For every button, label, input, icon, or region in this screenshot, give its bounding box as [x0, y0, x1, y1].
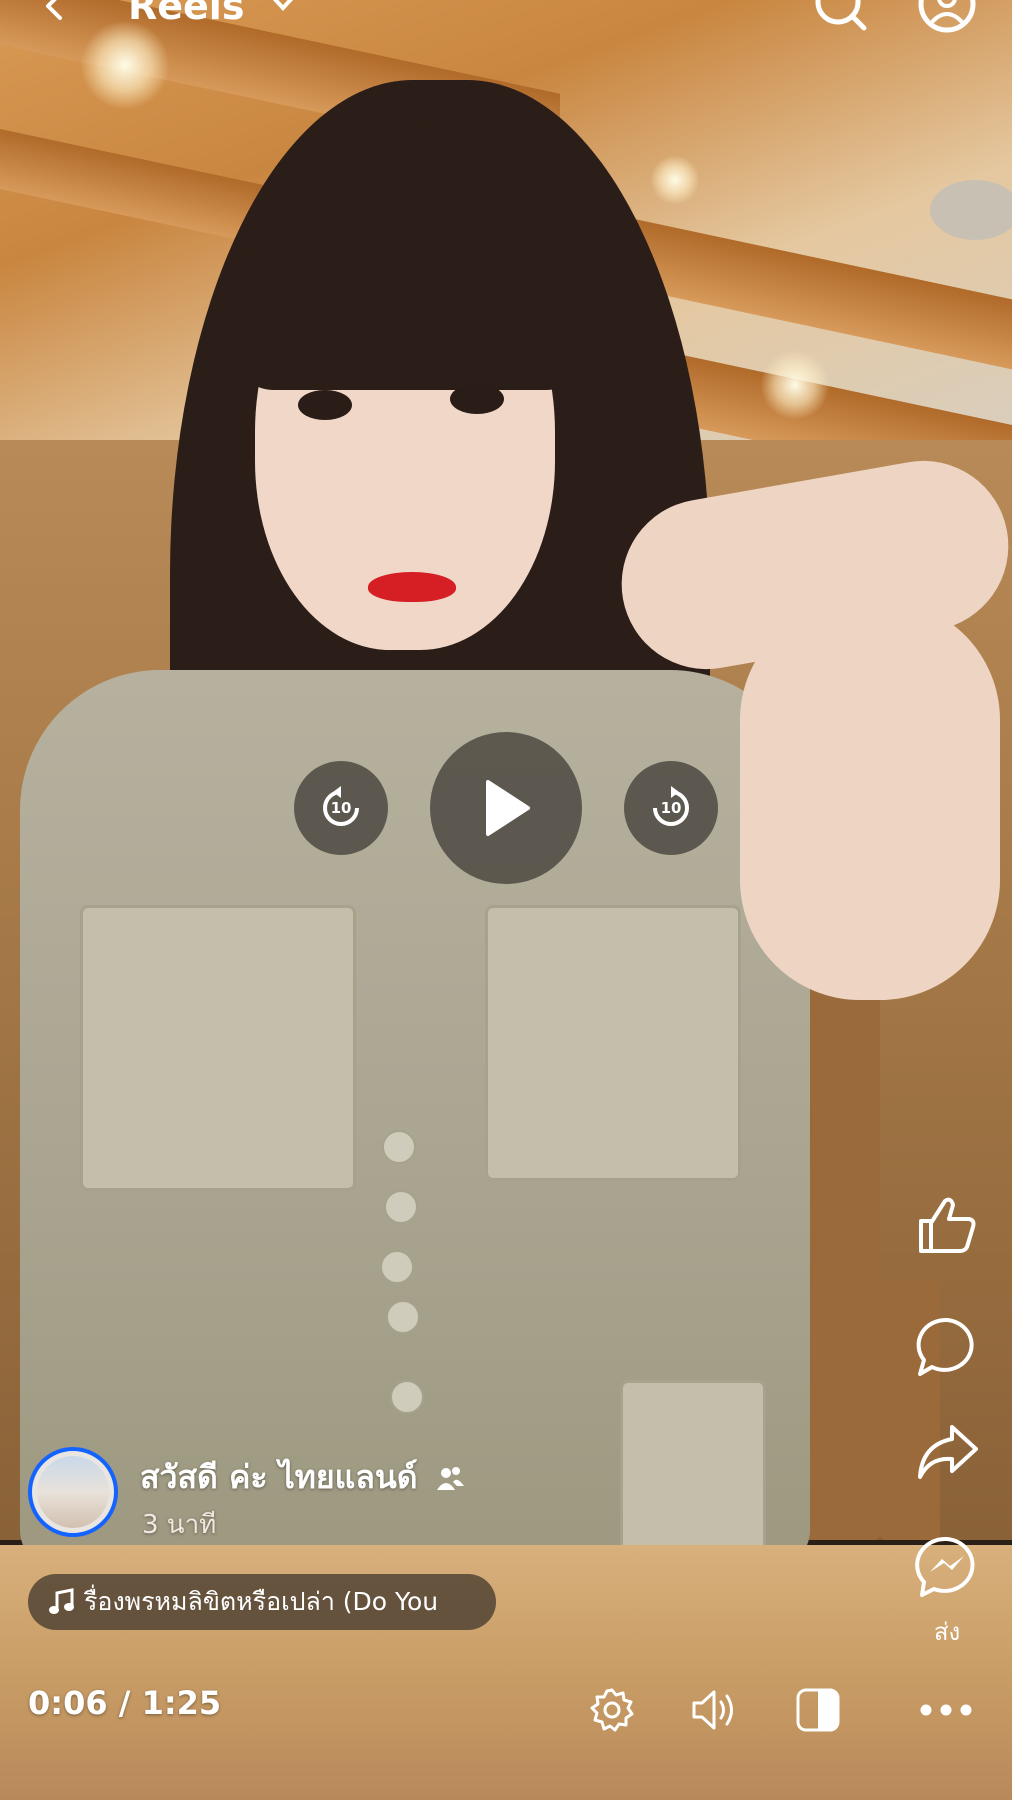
dress-pocket	[80, 905, 356, 1191]
thumbs-up-icon	[919, 1197, 976, 1253]
forward-seconds: 10	[660, 799, 682, 817]
caption-toggle-icon	[796, 1688, 840, 1732]
page-title[interactable]: Reels	[128, 0, 244, 28]
caption-toggle-button[interactable]	[788, 1680, 848, 1740]
volume-button[interactable]	[684, 1680, 744, 1740]
share-button[interactable]	[912, 1416, 982, 1486]
friends-icon	[436, 1467, 464, 1490]
volume-icon	[692, 1690, 733, 1730]
music-title: รื่องพรหมลิขิตหรือเปล่า (Do You	[84, 1587, 439, 1616]
music-note-icon	[49, 1588, 74, 1614]
dress-button	[386, 1300, 420, 1334]
ceiling-light	[650, 155, 700, 205]
music-pill[interactable]: รื่องพรหมลิขิตหรือเปล่า (Do You	[28, 1574, 496, 1630]
more-icon	[920, 1704, 972, 1716]
forward-10-button[interactable]: 10	[624, 761, 718, 855]
author-name-text: สวัสดี ค่ะ ไทยแลนด์	[140, 1458, 418, 1496]
top-bar: Reels	[0, 0, 1012, 40]
search-icon[interactable]	[812, 0, 872, 38]
bangs	[240, 120, 580, 390]
profile-icon[interactable]	[916, 0, 978, 38]
settings-icon	[590, 1688, 634, 1732]
play-button[interactable]	[430, 732, 582, 884]
back-arrow-icon[interactable]	[38, 0, 70, 30]
arm	[740, 600, 1000, 1000]
dress-button	[384, 1190, 418, 1224]
more-button[interactable]	[916, 1680, 976, 1740]
eye	[298, 390, 352, 420]
dress-pocket	[485, 905, 741, 1181]
rewind-seconds: 10	[330, 799, 352, 817]
eye	[450, 384, 504, 414]
ceiling-speaker	[930, 180, 1012, 240]
rewind-10-button[interactable]: 10	[294, 761, 388, 855]
play-icon	[486, 780, 530, 836]
messenger-icon	[915, 1536, 975, 1597]
ceiling-light	[760, 350, 830, 420]
author-name[interactable]: สวัสดี ค่ะ ไทยแลนด์	[140, 1452, 465, 1503]
like-button[interactable]	[912, 1190, 982, 1260]
dress-button	[390, 1380, 424, 1414]
comment-button[interactable]	[912, 1312, 982, 1382]
dress-button	[380, 1250, 414, 1284]
post-time: 3 นาที	[142, 1510, 217, 1540]
dress-button	[382, 1130, 416, 1164]
lips	[368, 572, 456, 602]
messenger-button[interactable]	[912, 1532, 982, 1602]
settings-button[interactable]	[582, 1680, 642, 1740]
avatar[interactable]	[28, 1447, 118, 1537]
messenger-label: ส่ง	[933, 1618, 961, 1646]
timecode: 0:06 / 1:25	[28, 1684, 222, 1722]
chevron-down-icon[interactable]	[268, 0, 298, 20]
share-icon	[918, 1425, 978, 1479]
comment-icon	[916, 1317, 974, 1376]
dress-pocket	[620, 1380, 766, 1556]
